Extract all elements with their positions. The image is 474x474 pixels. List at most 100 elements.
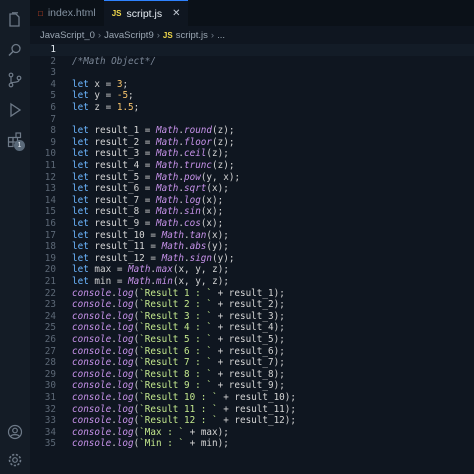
code-line[interactable]: 27 console.log(`Result 6 : ` + result_6); [30,346,474,358]
line-number: 23 [44,299,56,311]
line-number: 26 [44,334,56,345]
source-control-icon[interactable] [5,70,25,90]
code-text: let y = -5; [72,90,134,102]
tab-label: script.js [126,7,163,20]
breadcrumb-item[interactable]: ... [217,30,225,41]
settings-gear-icon[interactable] [5,450,25,470]
code-line[interactable]: 10 let result_3 = Math.ceil(z); [30,148,474,160]
line-number: 2 [50,55,56,67]
code-line[interactable]: 16 let result_9 = Math.cos(x); [30,218,474,230]
code-text: let x = 3; [72,78,129,90]
code-line[interactable]: 26 console.log(`Result 5 : ` + result_5); [30,334,474,346]
code-line[interactable]: 4 let x = 3; [30,79,474,91]
code-line[interactable]: 8 let result_1 = Math.round(z); [30,125,474,137]
activity-bar: 1 [0,0,30,474]
close-icon[interactable]: ✕ [172,8,180,19]
line-number: 13 [44,183,56,195]
code-text: let result_12 = Math.sign(y); [72,252,235,264]
code-text: console.log(`Result 12 : ` + result_12); [72,415,296,427]
code-line[interactable]: 14 let result_7 = Math.log(x); [30,195,474,207]
code-text: let result_8 = Math.sin(x); [72,206,224,218]
code-line[interactable]: 33 console.log(`Result 12 : ` + result_12… [30,415,474,427]
code-line[interactable]: 12 let result_5 = Math.pow(y, x); [30,172,474,184]
tab-label: index.html [47,7,96,19]
code-text: console.log(`Result 5 : ` + result_5); [72,334,285,345]
line-number: 29 [44,368,56,380]
code-line[interactable]: 25 console.log(`Result 4 : ` + result_4); [30,322,474,334]
line-number: 9 [50,136,56,148]
breadcrumb-item[interactable]: script.js [176,30,208,41]
line-number: 18 [44,241,56,253]
account-icon[interactable] [5,422,25,442]
code-text: let min = Math.min(x, y, z); [72,276,229,287]
code-line[interactable]: 3 [30,67,474,79]
line-number: 25 [44,322,56,334]
chevron-right-icon: › [210,29,215,41]
code-line[interactable]: 5 let y = -5; [30,90,474,102]
line-number: 4 [50,78,56,90]
code-line[interactable]: 28 console.log(`Result 7 : ` + result_7); [30,357,474,369]
code-line[interactable]: 9 let result_2 = Math.floor(z); [30,137,474,149]
line-number: 16 [44,218,56,229]
line-number: 12 [44,171,56,183]
search-icon[interactable] [5,40,25,60]
code-line[interactable]: 32 console.log(`Result 11 : ` + result_11… [30,404,474,416]
line-number: 28 [44,357,56,369]
code-editor[interactable]: 1 2 /*Math Object*/ 3 4 let x = 3; 5 let y = -5… [30,44,474,474]
line-number: 31 [44,392,56,403]
line-number: 19 [44,252,56,264]
code-text: console.log(`Result 7 : ` + result_7); [72,357,285,369]
tab-script-js[interactable]: JS script.js ✕ [103,0,189,26]
code-line[interactable]: 18 let result_11 = Math.abs(y); [30,241,474,253]
code-text: let result_3 = Math.ceil(z); [72,148,229,160]
tab-index-html[interactable]: □ index.html [30,0,104,26]
code-line[interactable]: 34 console.log(`Max : ` + max); [30,427,474,439]
run-debug-icon[interactable] [5,100,25,120]
code-line[interactable]: 7 [30,114,474,126]
code-text: console.log(`Result 9 : ` + result_9); [72,380,285,392]
line-number: 14 [44,194,56,206]
line-number: 5 [50,90,56,102]
code-text: console.log(`Result 1 : ` + result_1); [72,287,285,299]
line-number: 10 [44,148,56,160]
code-line[interactable]: 2 /*Math Object*/ [30,56,474,68]
code-line[interactable]: 19 let result_12 = Math.sign(y); [30,253,474,265]
code-text: let result_11 = Math.abs(y); [72,241,229,253]
code-line[interactable]: 31 console.log(`Result 10 : ` + result_10… [30,392,474,404]
code-text: console.log(`Min : ` + min); [72,438,229,450]
line-number: 20 [44,264,56,276]
explorer-icon[interactable] [5,10,25,30]
code-line[interactable]: 22 console.log(`Result 1 : ` + result_1); [30,288,474,300]
code-line[interactable]: 17 let result_10 = Math.tan(x); [30,230,474,242]
breadcrumb-item[interactable]: JavaScript_0 [40,30,95,41]
code-text: console.log(`Result 11 : ` + result_11); [72,403,296,415]
extensions-badge: 1 [14,140,25,151]
chevron-right-icon: › [97,29,102,41]
line-number: 3 [50,67,56,79]
line-number: 35 [44,438,56,450]
line-number: 27 [44,345,56,357]
code-line[interactable]: 29 console.log(`Result 8 : ` + result_8); [30,369,474,381]
code-text: console.log(`Result 10 : ` + result_10); [72,392,296,403]
code-line[interactable]: 11 let result_4 = Math.trunc(z); [30,160,474,172]
code-text: /*Math Object*/ [72,55,156,67]
line-number: 33 [44,415,56,427]
code-line[interactable]: 1 [30,44,474,56]
code-line[interactable]: 15 let result_8 = Math.sin(x); [30,206,474,218]
line-number: 15 [44,206,56,218]
line-number: 32 [44,403,56,415]
code-line[interactable]: 24 console.log(`Result 3 : ` + result_3); [30,311,474,323]
code-line[interactable]: 35 console.log(`Min : ` + min); [30,438,474,450]
code-line[interactable]: 13 let result_6 = Math.sqrt(x); [30,183,474,195]
code-line[interactable]: 23 console.log(`Result 2 : ` + result_2); [30,299,474,311]
code-line[interactable]: 6 let z = 1.5; [30,102,474,114]
js-file-icon: JS [111,9,122,18]
breadcrumb-item[interactable]: JavaScript9 [104,30,154,41]
html-file-icon: □ [38,8,43,18]
code-text: console.log(`Result 2 : ` + result_2); [72,299,285,311]
code-line[interactable]: 21 let min = Math.min(x, y, z); [30,276,474,288]
line-number: 21 [44,276,56,287]
code-line[interactable]: 30 console.log(`Result 9 : ` + result_9); [30,380,474,392]
code-text: let z = 1.5; [72,102,140,113]
code-line[interactable]: 20 let max = Math.max(x, y, z); [30,264,474,276]
